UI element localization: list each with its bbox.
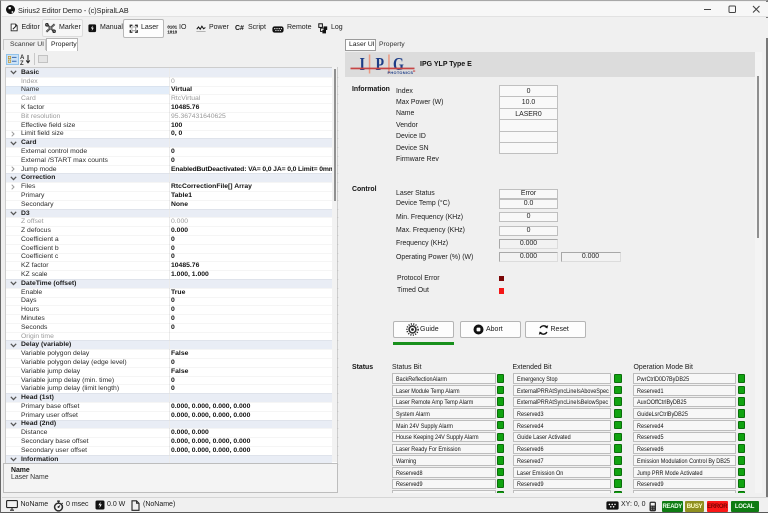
svg-text:PHOTONICS: PHOTONICS xyxy=(388,70,414,75)
svg-text:I: I xyxy=(360,54,365,74)
svg-text:1010: 1010 xyxy=(167,29,177,34)
svg-text:Z: Z xyxy=(20,60,24,64)
svg-text:P: P xyxy=(376,54,385,74)
